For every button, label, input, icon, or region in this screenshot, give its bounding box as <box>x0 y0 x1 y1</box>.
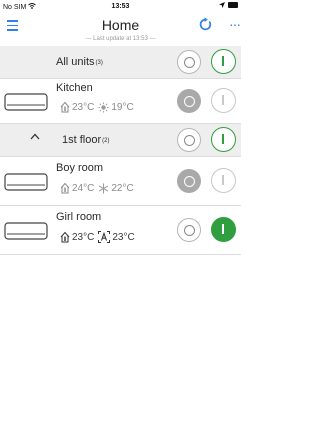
room-row-boy-room[interactable]: Boy room 24°C 22°C <box>0 157 241 205</box>
all-units-off-button[interactable] <box>177 50 201 74</box>
refresh-icon[interactable] <box>198 17 213 32</box>
clock: 13:53 <box>111 3 130 10</box>
status-right <box>219 2 238 8</box>
indoor-temp: 23°C <box>72 101 95 113</box>
indoor-temp: 24°C <box>72 182 95 194</box>
all-units-on-button[interactable] <box>211 49 236 74</box>
nav-bar: Home ··· <box>0 14 241 37</box>
indoor-temp: 23°C <box>72 231 95 243</box>
location-arrow-icon <box>219 2 225 8</box>
floor-off-button[interactable] <box>177 128 201 152</box>
room-name: Girl room <box>56 211 102 223</box>
air-conditioner-icon <box>4 93 48 111</box>
house-temperature-icon <box>60 231 70 243</box>
last-update-text: --- Last update at 13:53 --- <box>85 36 156 42</box>
girl-room-on-button[interactable] <box>211 217 236 242</box>
room-temps: 23°C 19°C <box>60 101 136 113</box>
boy-room-off-button[interactable] <box>177 169 201 193</box>
set-temp: 22°C <box>111 182 134 194</box>
room-name: Kitchen <box>56 82 93 94</box>
air-conditioner-icon <box>4 173 48 191</box>
auto-mode-icon <box>98 231 111 243</box>
kitchen-off-button[interactable] <box>177 89 201 113</box>
room-temps: 23°C 23°C <box>60 231 137 243</box>
chevron-up-icon[interactable] <box>30 132 40 143</box>
all-units-label: All units(3) <box>56 56 103 68</box>
sun-icon <box>98 101 109 113</box>
kitchen-on-button[interactable] <box>211 88 236 113</box>
house-temperature-icon <box>60 101 70 113</box>
room-temps: 24°C 22°C <box>60 182 136 194</box>
room-row-girl-room[interactable]: Girl room 23°C 23°C <box>0 206 241 254</box>
girl-room-off-button[interactable] <box>177 218 201 242</box>
floor-on-button[interactable] <box>211 127 236 152</box>
floor-row[interactable]: 1st floor(2) <box>0 124 241 156</box>
set-temp: 19°C <box>111 101 134 113</box>
all-units-row[interactable]: All units(3) <box>0 46 241 78</box>
snowflake-icon <box>99 182 109 194</box>
battery-icon <box>228 2 238 8</box>
room-name: Boy room <box>56 162 104 174</box>
air-conditioner-icon <box>4 222 48 240</box>
house-temperature-icon <box>60 182 70 194</box>
divider <box>0 254 241 255</box>
room-row-kitchen[interactable]: Kitchen 23°C 19°C <box>0 79 241 123</box>
floor-label: 1st floor(2) <box>62 134 110 146</box>
status-bar: No SIM 13:53 <box>0 0 241 14</box>
boy-room-on-button[interactable] <box>211 168 236 193</box>
set-temp: 23°C <box>112 231 135 243</box>
